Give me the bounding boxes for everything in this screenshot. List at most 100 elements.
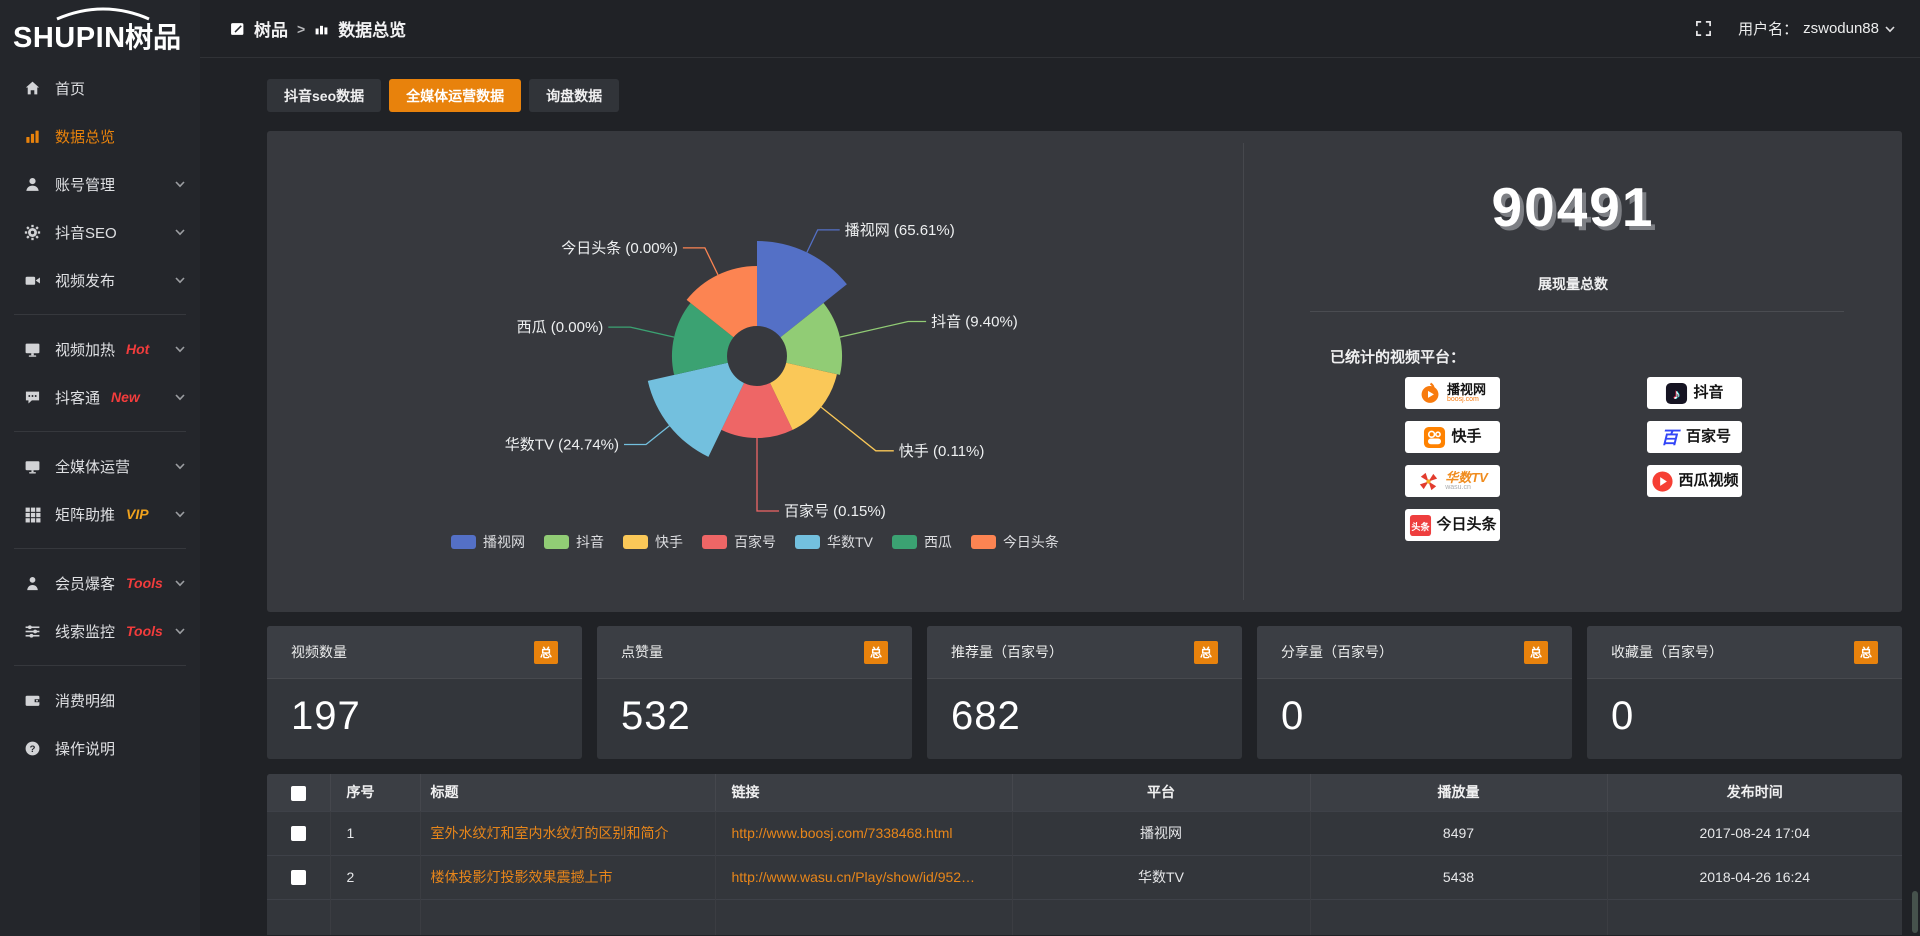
legend-item-2[interactable]: 快手	[623, 532, 683, 552]
total-badge[interactable]: 总	[534, 641, 558, 664]
gear-icon	[24, 224, 41, 241]
legend-item-0[interactable]: 播视网	[451, 532, 525, 552]
total-badge[interactable]: 总	[1854, 641, 1878, 664]
legend-item-3[interactable]: 百家号	[702, 532, 776, 552]
sidebar-item-tag: VIP	[126, 506, 149, 522]
sidebar-item-tag: Tools	[126, 623, 163, 639]
sidebar-item-member-baoke[interactable]: 会员爆客Tools	[0, 559, 200, 607]
chevron-down-icon	[174, 391, 186, 403]
sidebar-item-label: 首页	[55, 78, 85, 99]
tab-douyin-seo-data[interactable]: 抖音seo数据	[267, 79, 381, 112]
sidebar-item-tag: New	[111, 389, 140, 405]
legend-label: 华数TV	[827, 532, 873, 552]
stat-card-recommend-count: 推荐量（百家号） 总 682	[927, 626, 1242, 759]
platform-badge-name: 华数TV	[1445, 471, 1488, 485]
sidebar-item-label: 操作说明	[55, 738, 115, 759]
cell-url-link[interactable]: http://www.wasu.cn/Play/show/id/952…	[732, 869, 976, 885]
total-badge[interactable]: 总	[1194, 641, 1218, 664]
sidebar-item-matrix-boost[interactable]: 矩阵助推VIP	[0, 490, 200, 538]
breadcrumb: 树品 > 数据总览	[230, 16, 406, 41]
stat-card-value: 682	[927, 679, 1242, 739]
row-checkbox[interactable]	[291, 826, 306, 841]
sidebar-item-douketong[interactable]: 抖客通New	[0, 373, 200, 421]
stat-card-like-count: 点赞量总532	[597, 626, 912, 759]
username-value: zswodun88	[1803, 20, 1879, 37]
topbar: 树品 > 数据总览 用户名：zswodun88	[200, 0, 1920, 58]
sidebar-item-help[interactable]: ?操作说明	[0, 724, 200, 772]
col-header-plays: 播放量	[1310, 774, 1607, 811]
pie-label-line-2	[821, 407, 894, 451]
sidebar-item-douyin-seo[interactable]: 抖音SEO	[0, 208, 200, 256]
legend-swatch	[892, 535, 917, 549]
videos-table-wrap: 序号标题链接平台播放量发布时间1室外水纹灯和室内水纹灯的区别和简介http://…	[267, 774, 1902, 935]
stat-card-header: 收藏量（百家号）总	[1587, 626, 1902, 679]
legend-swatch	[702, 535, 727, 549]
stat-cards-row: 视频数量总197点赞量总532推荐量（百家号）总682分享量（百家号）总0收藏量…	[267, 626, 1902, 759]
table-row: 2 楼体投影灯投影效果震撼上市 http://www.wasu.cn/Play/sh…	[267, 855, 1902, 899]
stat-card-share-count: 分享量（百家号）总0	[1257, 626, 1572, 759]
chevron-down-icon	[174, 274, 186, 286]
legend-label: 西瓜	[924, 532, 952, 552]
col-header-time: 发布时间	[1607, 774, 1902, 811]
pie-label-line-4	[624, 426, 669, 445]
sidebar-item-label: 账号管理	[55, 174, 115, 195]
tabs-row: 抖音seo数据全媒体运营数据询盘数据	[267, 79, 1920, 112]
scrollbar-thumb[interactable]	[1912, 891, 1918, 933]
tab-omnimedia-data[interactable]: 全媒体运营数据	[389, 79, 521, 112]
breadcrumb-root[interactable]: 树品	[254, 16, 288, 41]
chevron-down-icon	[174, 460, 186, 472]
chevron-down-icon	[174, 178, 186, 190]
legend-swatch	[544, 535, 569, 549]
brand-logo[interactable]: SHUPIN 树品	[0, 0, 200, 62]
sidebar-item-lead-monitor[interactable]: 线索监控Tools	[0, 607, 200, 655]
sidebar-item-account-manage[interactable]: 账号管理	[0, 160, 200, 208]
platform-badge-name: 百家号	[1686, 429, 1731, 445]
legend-swatch	[795, 535, 820, 549]
row-checkbox[interactable]	[291, 870, 306, 885]
legend-item-6[interactable]: 今日头条	[971, 532, 1059, 552]
col-header-title: 标题	[420, 774, 715, 811]
cell-title-link[interactable]: 楼体投影灯投影效果震撼上市	[431, 869, 613, 885]
platform-badge-toutiao: 头条今日头条	[1405, 509, 1500, 541]
cell-url-link[interactable]: http://www.boosj.com/7338468.html	[732, 825, 953, 841]
cell-title-link[interactable]: 室外水纹灯和室内水纹灯的区别和简介	[431, 825, 669, 841]
pie-slice-4[interactable]	[648, 363, 744, 457]
sidebar-item-omnimedia[interactable]: 全媒体运营	[0, 442, 200, 490]
legend-item-4[interactable]: 华数TV	[795, 532, 873, 552]
logo-text-cn: 树品	[125, 22, 181, 53]
sidebar-item-data-overview[interactable]: 数据总览	[0, 112, 200, 160]
platform-badge-sub: wasu.cn	[1445, 484, 1471, 491]
fullscreen-icon[interactable]	[1695, 20, 1712, 37]
cell-index: 1	[330, 811, 420, 855]
stat-card-label: 推荐量（百家号）	[951, 642, 1063, 662]
person-icon	[24, 575, 41, 592]
select-all-checkbox[interactable]	[291, 786, 306, 801]
total-badge[interactable]: 总	[864, 641, 888, 664]
platform-badge-name: 今日头条	[1437, 517, 1497, 533]
cell-index: 2	[330, 855, 420, 899]
platform-badge-sub: boosj.com	[1447, 396, 1479, 403]
sidebar-item-video-heat[interactable]: 视频加热Hot	[0, 325, 200, 373]
chat-icon	[24, 389, 41, 406]
stat-card-value: 197	[267, 679, 582, 739]
sidebar-item-video-publish[interactable]: 视频发布	[0, 256, 200, 304]
pie-label-6: 今日头条 (0.00%)	[561, 240, 678, 257]
legend-item-5[interactable]: 西瓜	[892, 532, 952, 552]
sidebar-item-consume-detail[interactable]: 消费明细	[0, 676, 200, 724]
stat-card-label: 点赞量	[621, 642, 663, 662]
sidebar-item-label: 全媒体运营	[55, 456, 130, 477]
screen-icon	[24, 341, 41, 358]
legend-label: 快手	[655, 532, 683, 552]
stat-card-label: 分享量（百家号）	[1281, 642, 1393, 662]
platform-badge-name: 播视网	[1447, 383, 1486, 397]
tab-inquiry-data[interactable]: 询盘数据	[529, 79, 619, 112]
total-badge[interactable]: 总	[1524, 641, 1548, 664]
cell-platform: 华数TV	[1012, 855, 1310, 899]
svg-text:百: 百	[1661, 427, 1681, 447]
legend-item-1[interactable]: 抖音	[544, 532, 604, 552]
legend-label: 播视网	[483, 532, 525, 552]
chevron-down-icon	[174, 625, 186, 637]
sidebar-item-home[interactable]: 首页	[0, 64, 200, 112]
summary-divider	[1310, 311, 1844, 312]
user-menu[interactable]: 用户名：zswodun88	[1738, 18, 1896, 39]
